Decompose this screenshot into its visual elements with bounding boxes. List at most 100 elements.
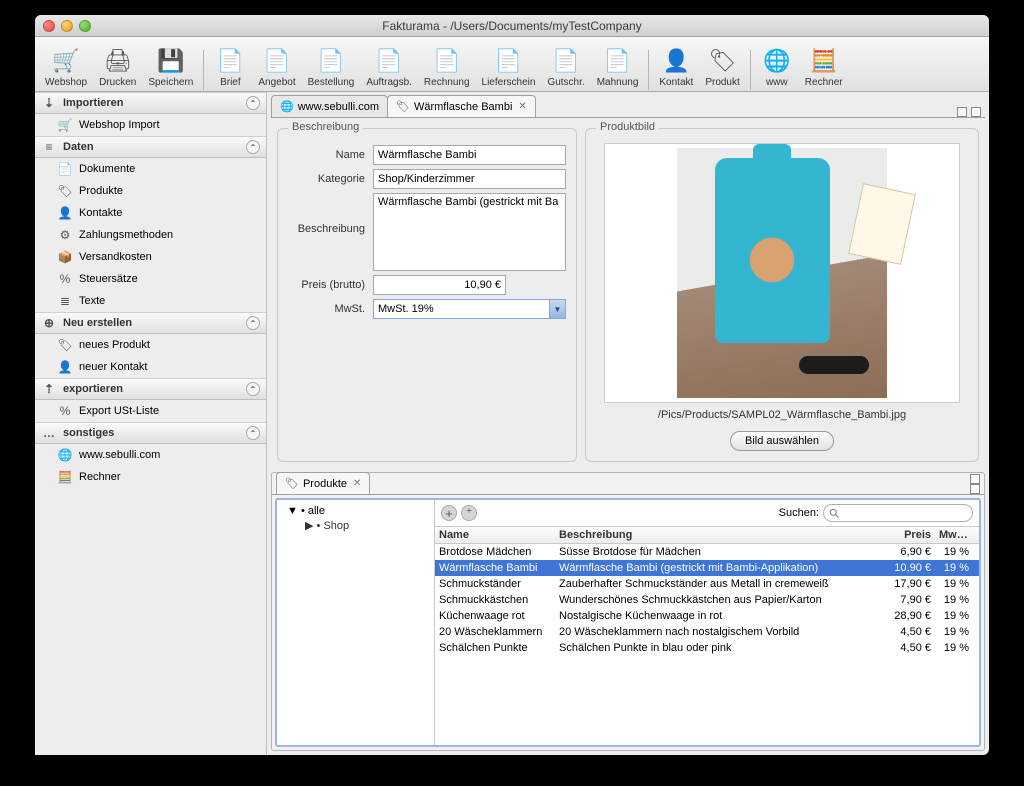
tab-products[interactable]: 🏷 Produkte ✕ (276, 472, 370, 494)
main-toolbar: 🛒Webshop🖨Drucken💾Speichern📄Brief📄Angebot… (35, 37, 989, 92)
tab-products-label: Produkte (303, 478, 347, 490)
auftragsb.-icon: 📄 (373, 45, 405, 77)
section-icon: ⇣ (41, 95, 57, 111)
toolbar-angebot[interactable]: 📄Angebot (252, 43, 301, 90)
toolbar-webshop[interactable]: 🛒Webshop (39, 43, 93, 90)
item-icon: 🛒 (57, 117, 73, 133)
section-icon: … (41, 425, 57, 441)
section-icon: ⇡ (41, 381, 57, 397)
toolbar-kontakt[interactable]: 👤Kontakt (653, 43, 699, 90)
col-vat[interactable]: MwSt. (935, 527, 979, 543)
sidebar-item[interactable]: 🧮Rechner (35, 466, 266, 488)
product-icon: 🏷 (285, 477, 299, 490)
table-row[interactable]: SchmuckständerZauberhafter Schmuckstände… (435, 576, 979, 592)
col-price[interactable]: Preis (875, 527, 935, 543)
item-icon: 👤 (57, 359, 73, 375)
category-tree[interactable]: ▼ • alle ▶ • Shop (277, 500, 435, 745)
lieferschein-icon: 📄 (492, 45, 524, 77)
tree-node-shop[interactable]: ▶ • Shop (281, 518, 430, 533)
minimize-view-icon[interactable] (957, 107, 967, 117)
toolbar-gutschr.[interactable]: 📄Gutschr. (541, 43, 590, 90)
toolbar-rechnung[interactable]: 📄Rechnung (418, 43, 476, 90)
sidebar-item[interactable]: 👤neuer Kontakt (35, 356, 266, 378)
sidebar-section-sonstiges[interactable]: …sonstiges⌃ (35, 422, 266, 444)
table-row[interactable]: Küchenwaage rotNostalgische Küchenwaage … (435, 608, 979, 624)
col-desc[interactable]: Beschreibung (555, 527, 875, 543)
toolbar-www[interactable]: 🌐www (755, 43, 799, 90)
minimize-view-icon[interactable] (970, 474, 980, 484)
sidebar-item[interactable]: 📦Versandkosten (35, 246, 266, 268)
sidebar-item[interactable]: %Steuersätze (35, 268, 266, 290)
toolbar-rechner[interactable]: 🧮Rechner (799, 43, 849, 90)
sidebar-item[interactable]: 📄Dokumente (35, 158, 266, 180)
drucken-icon: 🖨 (102, 45, 134, 77)
sidebar-item[interactable]: 🛒Webshop Import (35, 114, 266, 136)
maximize-view-icon[interactable] (971, 107, 981, 117)
col-name[interactable]: Name (435, 527, 555, 543)
item-icon: 🌐 (57, 447, 73, 463)
toolbar-speichern[interactable]: 💾Speichern (142, 43, 199, 90)
collapse-icon[interactable]: ⌃ (246, 140, 260, 154)
table-row[interactable]: Wärmflasche BambiWärmflasche Bambi (gest… (435, 560, 979, 576)
search-icon (828, 507, 840, 519)
toolbar-lieferschein[interactable]: 📄Lieferschein (476, 43, 542, 90)
toolbar-produkt[interactable]: 🏷Produkt (699, 43, 745, 90)
rechner-icon: 🧮 (808, 45, 840, 77)
sidebar-section-neu erstellen[interactable]: ⊕Neu erstellen⌃ (35, 312, 266, 334)
add-button[interactable]: + (441, 505, 457, 521)
product-image-legend: Produktbild (596, 121, 659, 133)
label-name: Name (288, 149, 373, 161)
produkt-icon: 🏷 (707, 45, 739, 77)
sidebar-item[interactable]: 🌐www.sebulli.com (35, 444, 266, 466)
toolbar-brief[interactable]: 📄Brief (208, 43, 252, 90)
editor-tabs: 🌐www.sebulli.com🏷Wärmflasche Bambi✕ (271, 96, 985, 118)
toolbar-mahnung[interactable]: 📄Mahnung (591, 43, 645, 90)
maximize-view-icon[interactable] (970, 484, 980, 494)
vat-select[interactable]: MwSt. 19% ▼ (373, 299, 566, 319)
speichern-icon: 💾 (155, 45, 187, 77)
toolbar-bestellung[interactable]: 📄Bestellung (302, 43, 361, 90)
collapse-icon[interactable]: ⌃ (246, 426, 260, 440)
sidebar-section-exportieren[interactable]: ⇡exportieren⌃ (35, 378, 266, 400)
category-input[interactable] (373, 169, 566, 189)
section-icon: ≡ (41, 139, 57, 155)
collapse-icon[interactable]: ⌃ (246, 96, 260, 110)
close-icon[interactable]: ✕ (353, 478, 361, 489)
sidebar-section-daten[interactable]: ≡Daten⌃ (35, 136, 266, 158)
price-input[interactable] (373, 275, 506, 295)
collapse-icon[interactable]: ⌃ (246, 316, 260, 330)
table-row[interactable]: 20 Wäscheklammern20 Wäscheklammern nach … (435, 624, 979, 640)
kontakt-icon: 👤 (660, 45, 692, 77)
sidebar-item[interactable]: %Export USt-Liste (35, 400, 266, 422)
sidebar-item[interactable]: 👤Kontakte (35, 202, 266, 224)
sidebar-section-importieren[interactable]: ⇣Importieren⌃ (35, 92, 266, 114)
description-fieldset: Beschreibung Name Kategorie Beschreibung (277, 128, 577, 462)
main-area: 🌐www.sebulli.com🏷Wärmflasche Bambi✕ Besc… (267, 92, 989, 755)
table-row[interactable]: SchmuckkästchenWunderschönes Schmuckkäst… (435, 592, 979, 608)
table-row[interactable]: Brotdose MädchenSüsse Brotdose für Mädch… (435, 544, 979, 560)
tree-node-all[interactable]: ▼ • alle (281, 504, 430, 518)
sidebar-item[interactable]: 🏷Produkte (35, 180, 266, 202)
sidebar-item[interactable]: 🏷neues Produkt (35, 334, 266, 356)
name-input[interactable] (373, 145, 566, 165)
dropdown-icon: ▼ (549, 300, 565, 318)
search-input[interactable] (823, 504, 973, 522)
table-row[interactable]: Schälchen PunkteSchälchen Punkte in blau… (435, 640, 979, 656)
gutschr.-icon: 📄 (550, 45, 582, 77)
toolbar-drucken[interactable]: 🖨Drucken (93, 43, 142, 90)
brief-icon: 📄 (214, 45, 246, 77)
choose-image-button[interactable]: Bild auswählen (730, 431, 834, 451)
toolbar-auftragsb.[interactable]: 📄Auftragsb. (360, 43, 418, 90)
tab[interactable]: 🌐www.sebulli.com (271, 95, 388, 117)
tab-icon: 🏷 (396, 100, 410, 113)
close-icon[interactable]: ✕ (518, 101, 526, 112)
product-image (677, 148, 887, 398)
sidebar-item[interactable]: ≣Texte (35, 290, 266, 312)
tab[interactable]: 🏷Wärmflasche Bambi✕ (387, 95, 536, 117)
collapse-icon[interactable]: ⌃ (246, 382, 260, 396)
product-image-fieldset: Produktbild /Pics/Products/SAMPL02_Wärmf… (585, 128, 979, 462)
item-icon: 🏷 (57, 183, 73, 199)
add-multi-button[interactable]: ⁺ (461, 505, 477, 521)
sidebar-item[interactable]: ⚙Zahlungsmethoden (35, 224, 266, 246)
description-input[interactable] (373, 193, 566, 271)
